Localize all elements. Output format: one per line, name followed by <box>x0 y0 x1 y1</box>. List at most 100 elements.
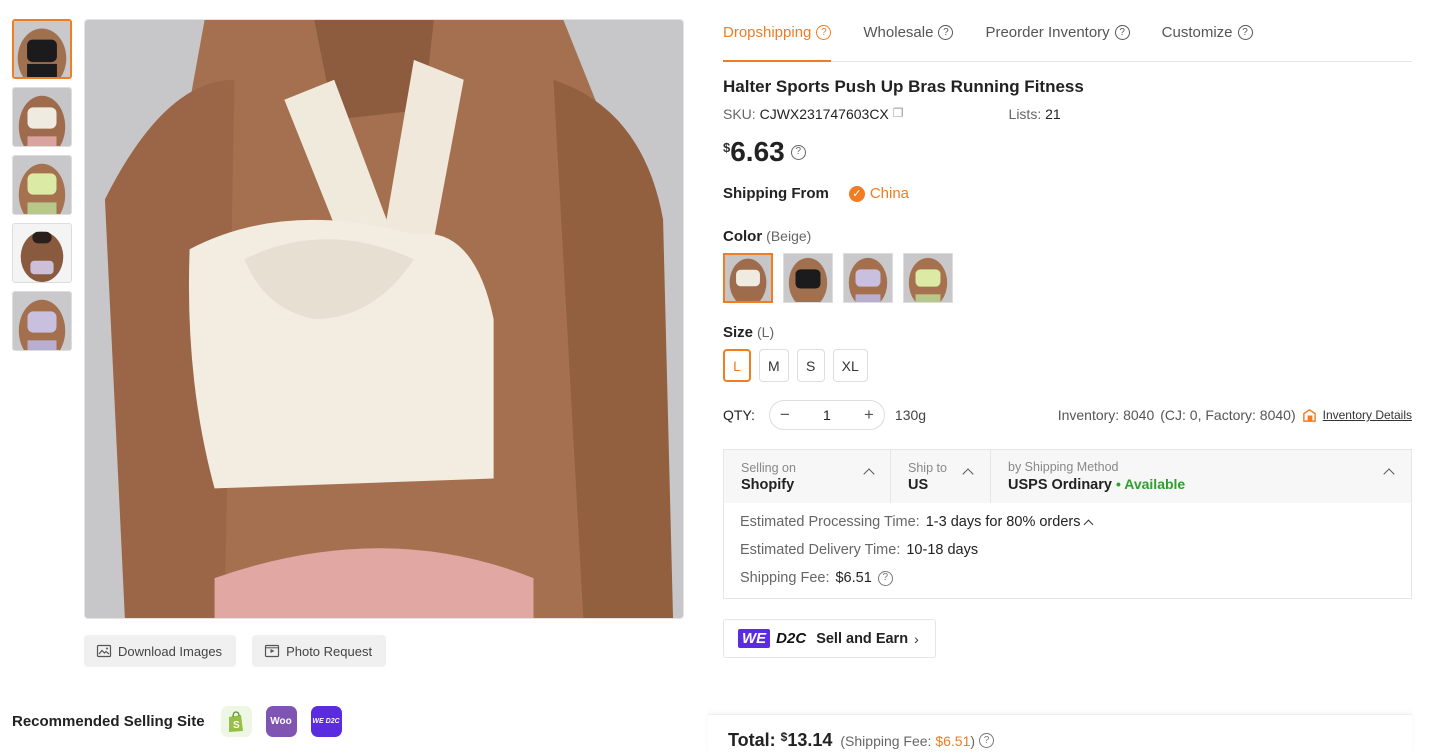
help-icon[interactable]: ? <box>816 25 832 40</box>
tab-label: Customize <box>1161 24 1233 41</box>
mode-tabs: Dropshipping? Wholesale? Preorder Invent… <box>723 0 1412 62</box>
shopify-icon[interactable]: S <box>220 706 252 737</box>
sku-value: CJWX231747603CX <box>759 106 889 122</box>
copy-icon[interactable]: ❐ <box>893 106 904 122</box>
lists-value: 21 <box>1045 106 1061 122</box>
shipping-selectors: Selling on Shopify Ship to US by Shippin… <box>724 450 1411 503</box>
ship-to-value: US <box>908 476 929 493</box>
ship-to-label: Ship to <box>908 460 947 475</box>
color-selected: (Beige) <box>766 228 812 244</box>
woo-icon[interactable]: Woo <box>265 706 297 737</box>
video-icon <box>264 644 280 658</box>
shipping-method-label: by Shipping Method <box>1008 460 1119 474</box>
total-value: 13.14 <box>787 730 833 750</box>
color-swatch-black[interactable] <box>783 253 833 303</box>
woo-text: Woo <box>270 716 292 727</box>
quantity-input[interactable]: 1 <box>823 407 831 423</box>
delivery-time-value: 10-18 days <box>906 542 979 558</box>
we-logo: WE <box>738 629 771 648</box>
inventory-details-link[interactable]: Inventory Details <box>1323 408 1412 422</box>
thumbnail-black[interactable] <box>12 19 72 79</box>
price-help-icon[interactable]: ? <box>790 144 806 160</box>
d2c-logo: D2C <box>776 630 807 647</box>
color-label: Color <box>723 228 763 245</box>
sell-and-earn-label: Sell and Earn <box>816 630 909 647</box>
size-options: L M S XL <box>723 349 1412 382</box>
chevron-up-icon[interactable] <box>1084 519 1094 529</box>
tab-label: Dropshipping <box>723 24 812 41</box>
color-swatch-green[interactable] <box>903 253 953 303</box>
color-heading: Color (Beige) <box>723 228 1412 245</box>
tab-customize[interactable]: Customize? <box>1162 24 1253 61</box>
selling-on-select[interactable]: Selling on Shopify <box>724 450 891 503</box>
inventory-detail: (CJ: 0, Factory: 8040) <box>1160 407 1296 423</box>
total-currency: $ <box>780 730 788 744</box>
color-swatch-purple[interactable] <box>843 253 893 303</box>
help-icon[interactable]: ? <box>979 733 995 748</box>
photo-request-button[interactable]: Photo Request <box>252 635 387 667</box>
price-value: 6.63 <box>730 136 785 167</box>
size-selected: (L) <box>757 324 775 340</box>
qty-label: QTY: <box>723 407 755 423</box>
shipping-method-select[interactable]: by Shipping Method USPS Ordinary • Avail… <box>991 450 1411 503</box>
availability-status: • Available <box>1115 476 1186 492</box>
shipping-estimates: Estimated Processing Time: 1-3 days for … <box>724 503 1411 598</box>
total-bar: Total: $ 13.14 (Shipping Fee: $6.51) ? <box>708 714 1412 753</box>
main-product-image[interactable] <box>84 19 684 619</box>
total-label: Total: <box>728 730 776 750</box>
svg-text:S: S <box>233 720 240 731</box>
help-icon[interactable]: ? <box>1237 25 1253 40</box>
thumbnail-purple[interactable] <box>12 291 72 351</box>
sku-row: SKU: CJWX231747603CX ❐ Lists: 21 <box>723 106 1412 122</box>
shipping-from-value: China <box>869 185 910 202</box>
color-swatch-beige[interactable] <box>723 253 773 303</box>
image-download-icon <box>96 644 112 658</box>
increment-button[interactable]: + <box>864 405 874 425</box>
tab-label: Preorder Inventory <box>985 24 1110 41</box>
total-fee-value: $6.51 <box>935 732 971 749</box>
download-images-button[interactable]: Download Images <box>84 635 237 667</box>
tab-label: Wholesale <box>863 24 934 41</box>
size-label: Size <box>723 324 754 341</box>
price-currency: $ <box>723 140 731 155</box>
size-option-m[interactable]: M <box>759 349 789 382</box>
tab-wholesale[interactable]: Wholesale? <box>863 24 954 61</box>
processing-time-label: Estimated Processing Time: <box>740 514 920 530</box>
decrement-button[interactable]: − <box>780 405 790 425</box>
help-icon[interactable]: ? <box>938 25 954 40</box>
ship-to-select[interactable]: Ship to US <box>891 450 991 503</box>
we-d2c-icon[interactable]: WE D2C <box>310 706 342 737</box>
chevron-right-icon: › <box>914 630 919 647</box>
color-swatches <box>723 253 1412 303</box>
download-images-label: Download Images <box>118 643 223 659</box>
total-summary: Total: $ 13.14 (Shipping Fee: $6.51) ? <box>728 730 995 751</box>
shipping-box: Selling on Shopify Ship to US by Shippin… <box>723 449 1412 599</box>
delivery-time-label: Estimated Delivery Time: <box>740 542 901 558</box>
size-option-l[interactable]: L <box>723 349 751 382</box>
shipping-from-row: Shipping From ✓ China <box>723 185 1412 202</box>
tab-dropshipping[interactable]: Dropshipping? <box>723 24 832 62</box>
thumbnail-back[interactable] <box>12 223 72 283</box>
product-title: Halter Sports Push Up Bras Running Fitne… <box>723 77 1084 96</box>
size-option-s[interactable]: S <box>796 349 825 382</box>
we-d2c-text: WE D2C <box>312 718 340 725</box>
recommended-label: Recommended Selling Site <box>12 713 205 730</box>
tab-preorder-inventory[interactable]: Preorder Inventory? <box>985 24 1130 61</box>
total-fee-prefix: (Shipping Fee: <box>840 732 932 749</box>
help-icon[interactable]: ? <box>877 570 893 586</box>
processing-time-value: 1-3 days for 80% orders <box>925 514 1081 530</box>
inventory-info: Inventory: 8040 (CJ: 0, Factory: 8040) I… <box>1058 407 1412 423</box>
shipping-fee-label: Shipping Fee: <box>740 570 830 586</box>
we-d2c-sell-and-earn-button[interactable]: WE D2C Sell and Earn › <box>723 619 936 658</box>
help-icon[interactable]: ? <box>1114 25 1130 40</box>
sku-label: SKU: <box>723 106 756 122</box>
shipping-from-option[interactable]: ✓ China <box>848 185 910 202</box>
shipping-from-label: Shipping From <box>723 185 829 202</box>
thumbnail-beige[interactable] <box>12 87 72 147</box>
recommended-selling-site: Recommended Selling Site S Woo WE D2C <box>12 706 342 737</box>
quantity-row: QTY: − 1 + 130g Inventory: 8040 (CJ: 0, … <box>723 400 1412 430</box>
thumbnail-green[interactable] <box>12 155 72 215</box>
size-heading: Size (L) <box>723 324 1412 341</box>
size-option-xl[interactable]: XL <box>832 349 868 382</box>
thumbnail-list <box>12 19 72 359</box>
